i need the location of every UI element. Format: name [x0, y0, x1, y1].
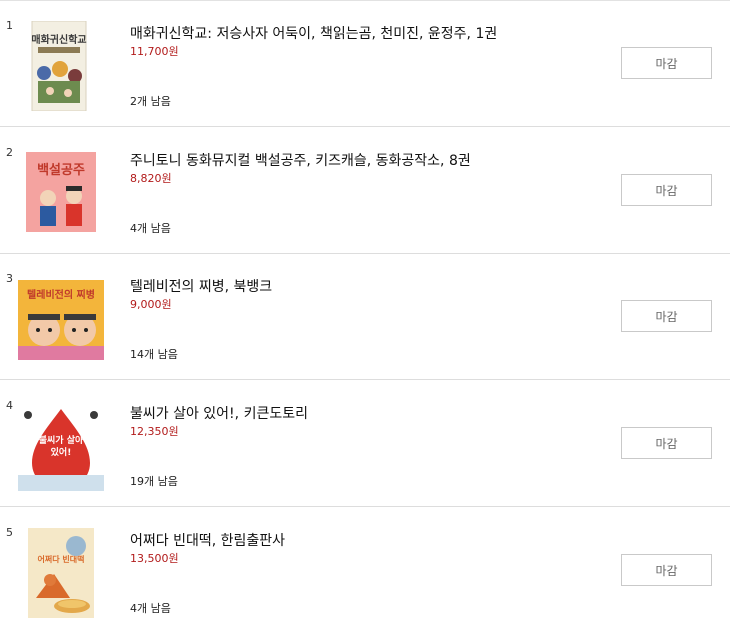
book-price: 9,000원: [130, 298, 172, 311]
book-cover-art: 매화귀신학교: [31, 21, 87, 111]
rank-number: 2: [6, 146, 13, 159]
rank-number: 3: [6, 272, 13, 285]
list-item: 1 매화귀신학교 매화귀신학교: 저승사자 어둑이, 책읽는곰, 천미진, 윤정…: [0, 1, 730, 127]
cover-title: 텔레비전의 찌병: [27, 288, 95, 301]
book-price: 12,350원: [130, 425, 179, 438]
rank-number: 5: [6, 526, 13, 539]
book-title[interactable]: 불씨가 살아 있어!, 키큰도토리: [130, 403, 308, 423]
cover-title: 백설공주: [37, 163, 85, 178]
book-title[interactable]: 주니토니 동화뮤지컬 백설공주, 키즈캐슬, 동화공작소, 8권: [130, 150, 471, 170]
list-item: 2 백설공주 주니토니 동화뮤지컬 백설공주, 키즈캐슬, 동화공작소, 8권 …: [0, 128, 730, 254]
book-cover-image[interactable]: 텔레비전의 찌병: [18, 274, 104, 364]
list-item: 4 불씨가 살아 있어! 불씨가 살아 있어!, 키큰도토리 12,350원 1…: [0, 381, 730, 507]
book-cover-art: 어쩌다 빈대떡: [28, 528, 94, 618]
book-title[interactable]: 어쩌다 빈대떡, 한림출판사: [130, 530, 285, 550]
rank-number: 1: [6, 19, 13, 32]
closed-button[interactable]: 마감: [621, 300, 712, 332]
book-title[interactable]: 매화귀신학교: 저승사자 어둑이, 책읽는곰, 천미진, 윤정주, 1권: [130, 23, 497, 43]
stock-remaining: 19개 남음: [130, 475, 178, 488]
book-cover-image[interactable]: 백설공주: [20, 148, 96, 238]
book-cover-art: 불씨가 살아 있어!: [18, 401, 104, 491]
book-price: 13,500원: [130, 552, 179, 565]
book-cover-art: 백설공주: [26, 152, 96, 232]
stock-remaining: 4개 남음: [130, 222, 171, 235]
list-item: 5 어쩌다 빈대떡 어쩌다 빈대떡, 한림출판사 13,500원 4개 남음 마…: [0, 508, 730, 631]
closed-button[interactable]: 마감: [621, 427, 712, 459]
stock-remaining: 4개 남음: [130, 602, 171, 615]
book-cover-art: 텔레비전의 찌병: [18, 280, 104, 360]
book-title[interactable]: 텔레비전의 찌병, 북뱅크: [130, 276, 272, 296]
stock-remaining: 14개 남음: [130, 348, 178, 361]
cover-title: 매화귀신학교: [31, 33, 86, 46]
cover-title: 불씨가 살아 있어!: [38, 436, 84, 458]
rank-number: 4: [6, 399, 13, 412]
book-cover-image[interactable]: 불씨가 살아 있어!: [18, 401, 104, 491]
closed-button[interactable]: 마감: [621, 554, 712, 586]
book-price: 11,700원: [130, 45, 179, 58]
book-cover-image[interactable]: 어쩌다 빈대떡: [20, 528, 96, 618]
closed-button[interactable]: 마감: [621, 174, 712, 206]
closed-button[interactable]: 마감: [621, 47, 712, 79]
book-cover-image[interactable]: 매화귀신학교: [20, 21, 96, 111]
stock-remaining: 2개 남음: [130, 95, 171, 108]
list-item: 3 텔레비전의 찌병 텔레비전의 찌병, 북뱅크 9,000원 14개 남음 마…: [0, 254, 730, 380]
book-price: 8,820원: [130, 172, 172, 185]
